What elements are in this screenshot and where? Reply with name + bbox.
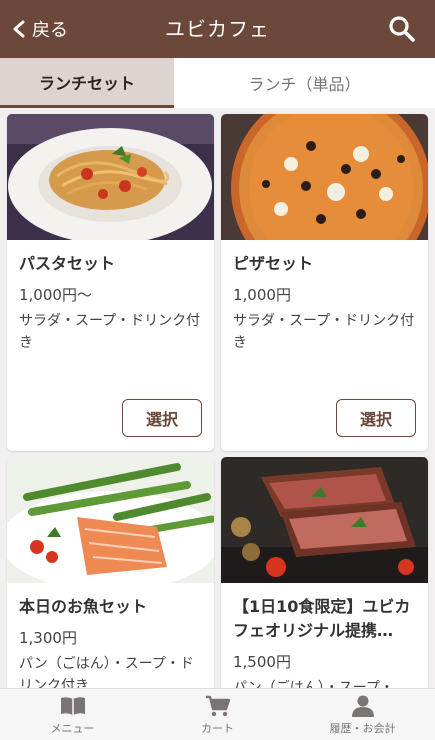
select-button[interactable]: 選択 bbox=[336, 399, 416, 437]
person-icon bbox=[351, 695, 374, 717]
menu-item-name: パスタセット bbox=[19, 254, 116, 273]
nav-menu[interactable]: メニュー bbox=[0, 689, 145, 740]
nav-label: カート bbox=[201, 721, 234, 735]
menu-item-price: 1,000円〜 bbox=[19, 286, 92, 304]
select-button[interactable]: 選択 bbox=[122, 399, 202, 437]
nav-cart[interactable]: カート bbox=[145, 689, 290, 740]
bottom-navigation: メニュー カート 履歴・お会計 bbox=[0, 688, 435, 740]
menu-item-name: 本日のお魚セット bbox=[19, 597, 148, 616]
back-button[interactable]: 戻る bbox=[12, 0, 68, 58]
menu-item-description: サラダ・スープ・ドリンク付き bbox=[19, 313, 201, 351]
menu-card-steak[interactable]: 【1日10食限定】ユビカフェオリジナル提携… 1,500円 パン（ごはん）・スー… bbox=[221, 457, 428, 697]
tab-lunch-single[interactable]: ランチ（単品） bbox=[174, 58, 435, 108]
fish-photo bbox=[7, 457, 214, 583]
chevron-left-icon bbox=[13, 20, 25, 38]
nav-label: メニュー bbox=[50, 721, 95, 735]
menu-card-pizza[interactable]: ピザセット 1,000円 サラダ・スープ・ドリンク付き 選択 bbox=[221, 114, 428, 451]
pasta-photo bbox=[7, 114, 214, 240]
menu-card-pasta[interactable]: パスタセット 1,000円〜 サラダ・スープ・ドリンク付き 選択 bbox=[7, 114, 214, 451]
menu-card-fish[interactable]: 本日のお魚セット 1,300円 パン（ごはん）・スープ・ドリンク付き bbox=[7, 457, 214, 697]
menu-item-name: ピザセット bbox=[233, 254, 314, 273]
tab-lunch-set[interactable]: ランチセット bbox=[0, 58, 174, 108]
steak-photo bbox=[221, 457, 428, 583]
category-tabs: ランチセット ランチ（単品） bbox=[0, 58, 435, 108]
book-icon bbox=[60, 696, 85, 715]
nav-label: 履歴・お会計 bbox=[329, 721, 396, 735]
menu-item-price: 1,500円 bbox=[233, 653, 291, 671]
nav-history-checkout[interactable]: 履歴・お会計 bbox=[290, 689, 435, 740]
pizza-photo bbox=[221, 114, 428, 240]
menu-item-description: サラダ・スープ・ドリンク付き bbox=[233, 313, 415, 351]
back-label: 戻る bbox=[32, 20, 68, 41]
menu-item-price: 1,000円 bbox=[233, 286, 291, 304]
menu-item-name: 【1日10食限定】ユビカフェオリジナル提携… bbox=[233, 597, 411, 640]
cart-icon bbox=[205, 695, 230, 716]
app-header: 戻る ユビカフェ bbox=[0, 0, 435, 58]
menu-item-price: 1,300円 bbox=[19, 629, 77, 647]
search-button[interactable] bbox=[387, 14, 417, 44]
search-icon bbox=[389, 16, 415, 42]
